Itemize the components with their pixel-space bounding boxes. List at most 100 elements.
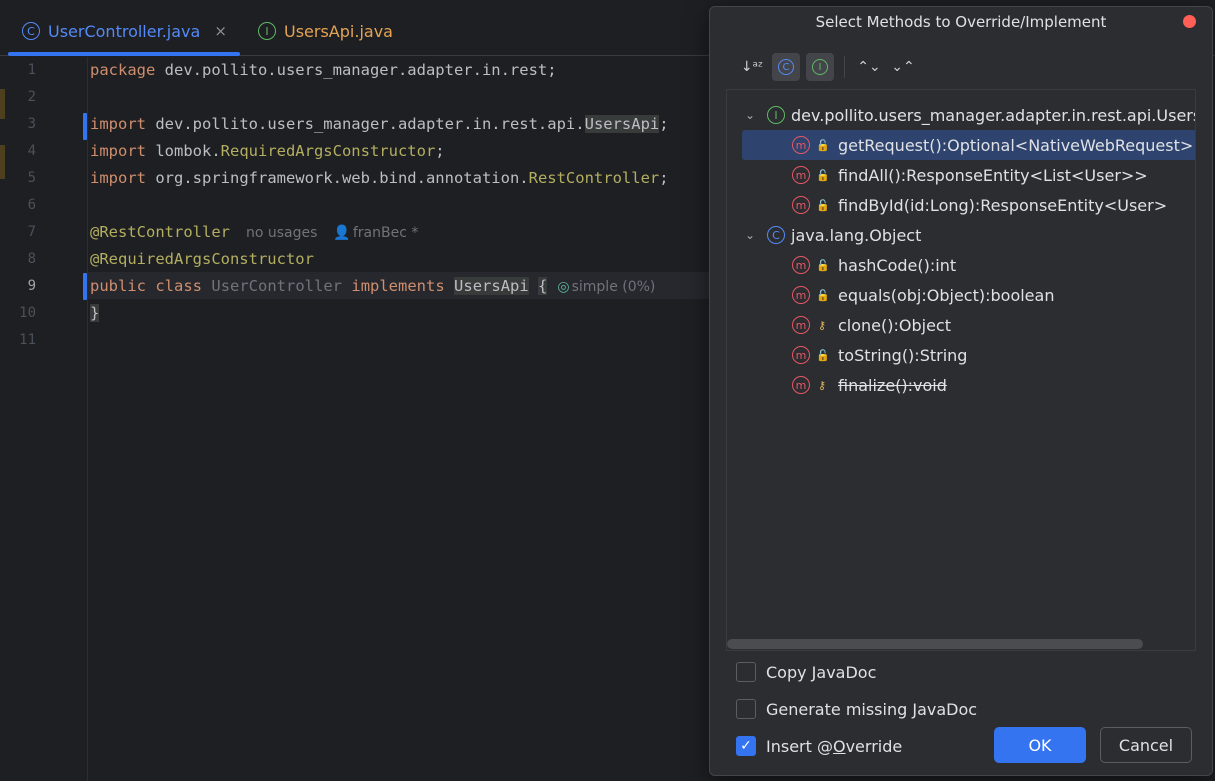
annotation: @RequiredArgsConstructor (90, 250, 314, 268)
show-classes-icon[interactable]: C (772, 53, 800, 81)
tree-item-to-string[interactable]: m 🔓 toString():String (792, 340, 1195, 370)
tree-item-equals[interactable]: m 🔓 equals(obj:Object):boolean (792, 280, 1195, 310)
line-gutter: 1 2 3 4 5 6 7 8 9 10 11 (0, 57, 88, 781)
author-hint[interactable]: franBec * (353, 225, 419, 241)
code-line: } (90, 300, 100, 327)
method-label: finalize():void (838, 375, 947, 395)
complexity-hint[interactable]: simple (0%) (572, 279, 656, 295)
method-label: findAll():ResponseEntity<List<User>> (838, 165, 1148, 185)
line-number: 11 (19, 332, 36, 348)
method-icon: m (792, 196, 810, 214)
horizontal-scrollbar[interactable] (727, 639, 1143, 649)
tree-item-hash-code[interactable]: m 🔓 hashCode():int (792, 250, 1195, 280)
method-label: findById(id:Long):ResponseEntity<User> (838, 195, 1168, 215)
code-text: lombok. (146, 142, 221, 160)
code-line: public class UserController implements U… (90, 273, 655, 300)
public-visibility-icon: 🔓 (816, 168, 830, 182)
public-visibility-icon: 🔓 (816, 258, 830, 272)
code-text: ; (659, 169, 669, 187)
close-icon[interactable]: × (214, 22, 227, 40)
code-line: package dev.pollito.users_manager.adapte… (90, 57, 557, 84)
method-icon: m (792, 316, 810, 334)
generate-javadoc-option[interactable]: Generate missing JavaDoc (736, 697, 977, 721)
keyword: implements (351, 277, 445, 295)
tab-label: UserController.java (48, 21, 201, 41)
method-label: clone():Object (838, 315, 951, 335)
option-label: Generate missing JavaDoc (766, 699, 978, 719)
option-label: verride (845, 736, 903, 756)
keyword: import (90, 142, 146, 160)
code-text: ; (659, 115, 669, 133)
option-mnemonic: O (832, 736, 846, 756)
methods-tree[interactable]: ⌄ I dev.pollito.users_manager.adapter.in… (726, 89, 1196, 651)
chevron-down-icon[interactable]: ⌄ (743, 228, 757, 242)
tree-item-find-all[interactable]: m 🔓 findAll():ResponseEntity<List<User>> (792, 160, 1195, 190)
line-number: 5 (27, 170, 36, 186)
code-text: org.springframework.web.bind.annotation. (146, 169, 529, 187)
code-line: import org.springframework.web.bind.anno… (90, 165, 669, 192)
tree-group-object[interactable]: ⌄ C java.lang.Object (743, 220, 1195, 250)
line-number: 8 (27, 251, 36, 267)
keyword: package (90, 61, 156, 79)
tree-item-find-by-id[interactable]: m 🔓 findById(id:Long):ResponseEntity<Use… (792, 190, 1195, 220)
tree-item-finalize[interactable]: m ⚷ finalize():void (792, 370, 1195, 400)
tree-group-users-api[interactable]: ⌄ I dev.pollito.users_manager.adapter.in… (743, 100, 1196, 130)
expand-all-icon[interactable]: ⌃⌄ (855, 53, 883, 81)
method-label: hashCode():int (838, 255, 957, 275)
protected-visibility-icon: ⚷ (817, 318, 827, 332)
code-line: import lombok.RequiredArgsConstructor; (90, 138, 445, 165)
tree-group-label: java.lang.Object (791, 225, 922, 245)
code-line: import dev.pollito.users_manager.adapter… (90, 111, 669, 138)
method-icon: m (792, 256, 810, 274)
line-number: 2 (27, 89, 36, 105)
method-icon: m (792, 346, 810, 364)
annotation-class: RestController (528, 169, 660, 187)
highlighted-symbol[interactable]: UsersApi (454, 277, 529, 295)
annotation-class: RequiredArgsConstructor (220, 142, 436, 160)
line-number: 10 (19, 305, 36, 321)
keyword: class (155, 277, 203, 295)
insert-override-option[interactable]: ✓ Insert @ Override (736, 734, 902, 758)
chevron-down-icon[interactable]: ⌄ (743, 108, 757, 122)
option-label: Insert @ (766, 736, 833, 756)
tree-item-clone[interactable]: m ⚷ clone():Object (792, 310, 1195, 340)
insert-override-checkbox[interactable]: ✓ (736, 736, 756, 756)
brace: { (538, 277, 548, 295)
code-text: ; (435, 142, 445, 160)
collapse-all-icon[interactable]: ⌄⌃ (889, 53, 917, 81)
tab-label: UsersApi.java (284, 21, 393, 41)
copy-javadoc-checkbox[interactable] (736, 662, 756, 682)
toolbar-separator (844, 56, 845, 78)
method-label: equals(obj:Object):boolean (838, 285, 1055, 305)
method-icon: m (792, 376, 810, 394)
protected-visibility-icon: ⚷ (817, 378, 827, 392)
tab-user-controller[interactable]: C UserController.java × (8, 8, 240, 56)
cancel-button[interactable]: Cancel (1100, 727, 1192, 763)
generate-javadoc-checkbox[interactable] (736, 699, 756, 719)
vcs-change-marker (83, 113, 87, 140)
public-visibility-icon: 🔓 (816, 138, 830, 152)
code-editor[interactable]: package dev.pollito.users_manager.adapte… (90, 57, 669, 322)
public-visibility-icon: 🔓 (816, 348, 830, 362)
method-icon: m (792, 166, 810, 184)
tab-users-api[interactable]: I UsersApi.java (254, 8, 393, 54)
tree-group-label: dev.pollito.users_manager.adapter.in.res… (791, 105, 1196, 125)
code-text: dev.pollito.users_manager.adapter.in.res… (155, 61, 557, 79)
line-number: 1 (27, 62, 36, 78)
tree-item-get-request[interactable]: m 🔓 getRequest():Optional<NativeWebReque… (742, 130, 1195, 160)
ok-button[interactable]: OK (994, 727, 1086, 763)
usages-hint[interactable]: no usages (246, 225, 317, 241)
highlighted-symbol[interactable]: UsersApi (584, 115, 660, 133)
close-icon[interactable] (1183, 15, 1196, 28)
interface-icon: I (767, 106, 785, 124)
code-line: @RequiredArgsConstructor (90, 246, 314, 273)
class-name: UserController (211, 277, 343, 295)
copy-javadoc-option[interactable]: Copy JavaDoc (736, 660, 876, 684)
method-icon: m (792, 136, 810, 154)
vcs-change-marker (83, 273, 87, 300)
method-icon: m (792, 286, 810, 304)
complexity-icon: ◎ (557, 279, 570, 295)
show-interfaces-icon[interactable]: I (806, 53, 834, 81)
sort-alphabetically-icon[interactable]: ↓ᵃᶻ (738, 53, 766, 81)
user-icon: 👤 (333, 225, 351, 241)
